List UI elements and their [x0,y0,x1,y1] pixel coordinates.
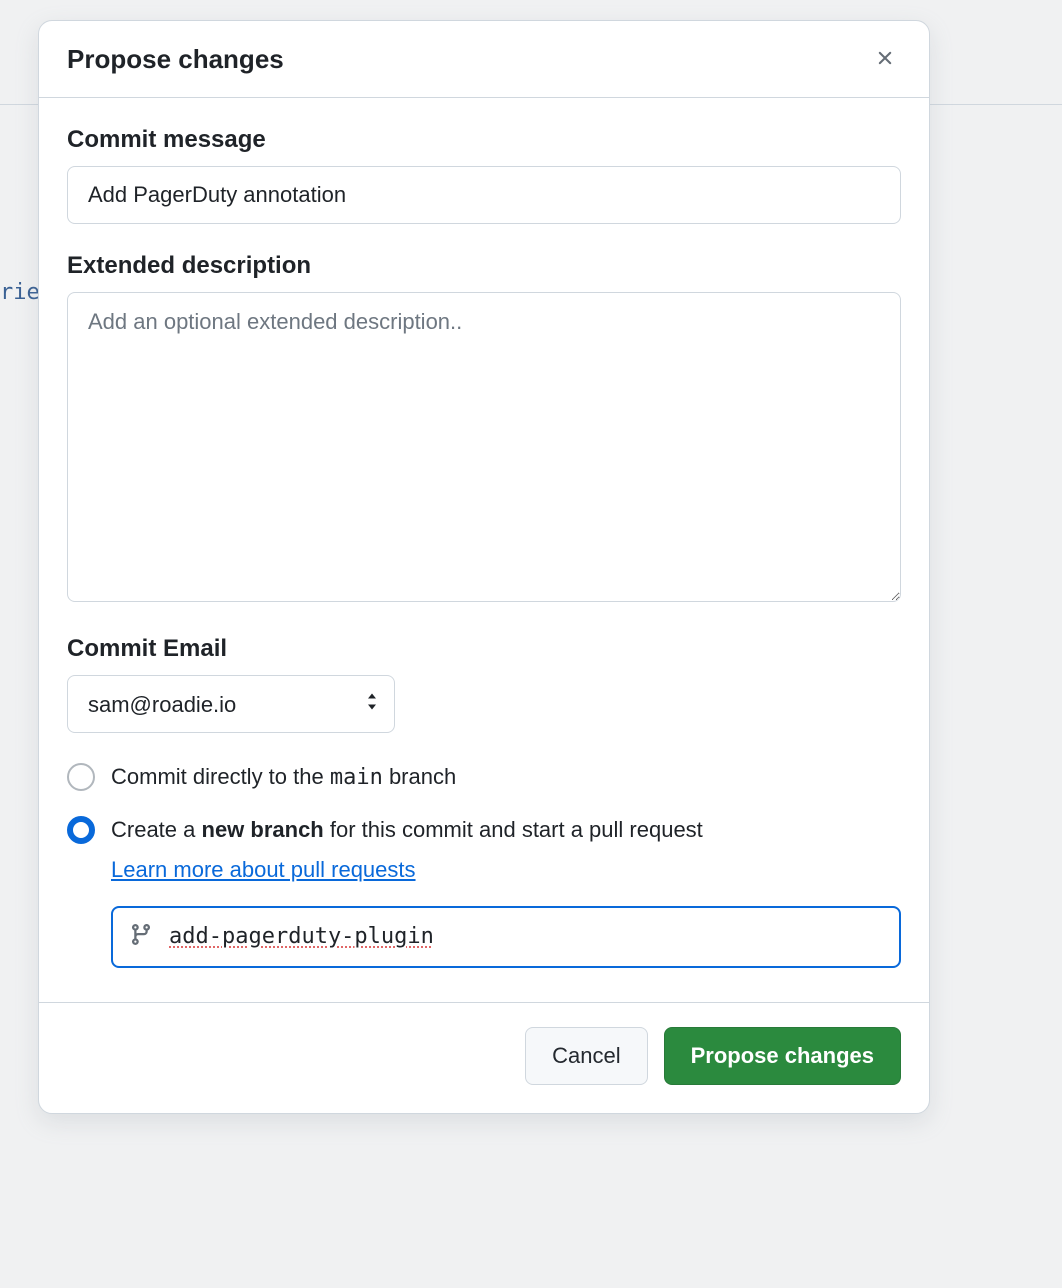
commit-direct-label: Commit directly to the main branch [111,761,456,794]
commit-direct-text-post: branch [383,764,456,789]
close-icon [874,47,896,72]
commit-message-label: Commit message [67,126,901,154]
branch-name-input[interactable] [111,906,901,968]
dialog-footer: Cancel Propose changes [39,1002,929,1113]
background-code-fragment: rie [0,280,40,305]
dialog-body: Commit message Extended description Comm… [39,98,929,1002]
create-branch-label: Create a new branch for this commit and … [111,814,703,886]
commit-email-label: Commit Email [67,635,901,663]
create-branch-text-bold: new branch [202,817,324,842]
commit-email-field: Commit Email sam@roadie.io [67,635,901,733]
commit-direct-text-pre: Commit directly to the [111,764,330,789]
dialog-title: Propose changes [67,44,284,75]
radio-unchecked-icon [67,763,95,791]
extended-description-textarea[interactable] [67,292,901,602]
propose-changes-button[interactable]: Propose changes [664,1027,901,1085]
cancel-button[interactable]: Cancel [525,1027,647,1085]
radio-checked-icon [67,816,95,844]
close-button[interactable] [869,43,901,75]
create-branch-text-pre: Create a [111,817,202,842]
extended-description-label: Extended description [67,252,901,280]
dialog-header: Propose changes [39,21,929,98]
extended-description-field: Extended description [67,252,901,607]
create-branch-text-post: for this commit and start a pull request [324,817,703,842]
branch-choice-group: Commit directly to the main branch Creat… [67,761,901,968]
learn-more-link[interactable]: Learn more about pull requests [111,854,416,886]
commit-email-select[interactable]: sam@roadie.io [67,675,395,733]
branch-name-field [111,906,901,968]
commit-message-input[interactable] [67,166,901,224]
commit-direct-branch-name: main [330,765,383,790]
commit-direct-option[interactable]: Commit directly to the main branch [67,761,901,794]
commit-message-field: Commit message [67,126,901,224]
propose-changes-dialog: Propose changes Commit message Extended … [38,20,930,1114]
create-branch-option[interactable]: Create a new branch for this commit and … [67,814,901,886]
